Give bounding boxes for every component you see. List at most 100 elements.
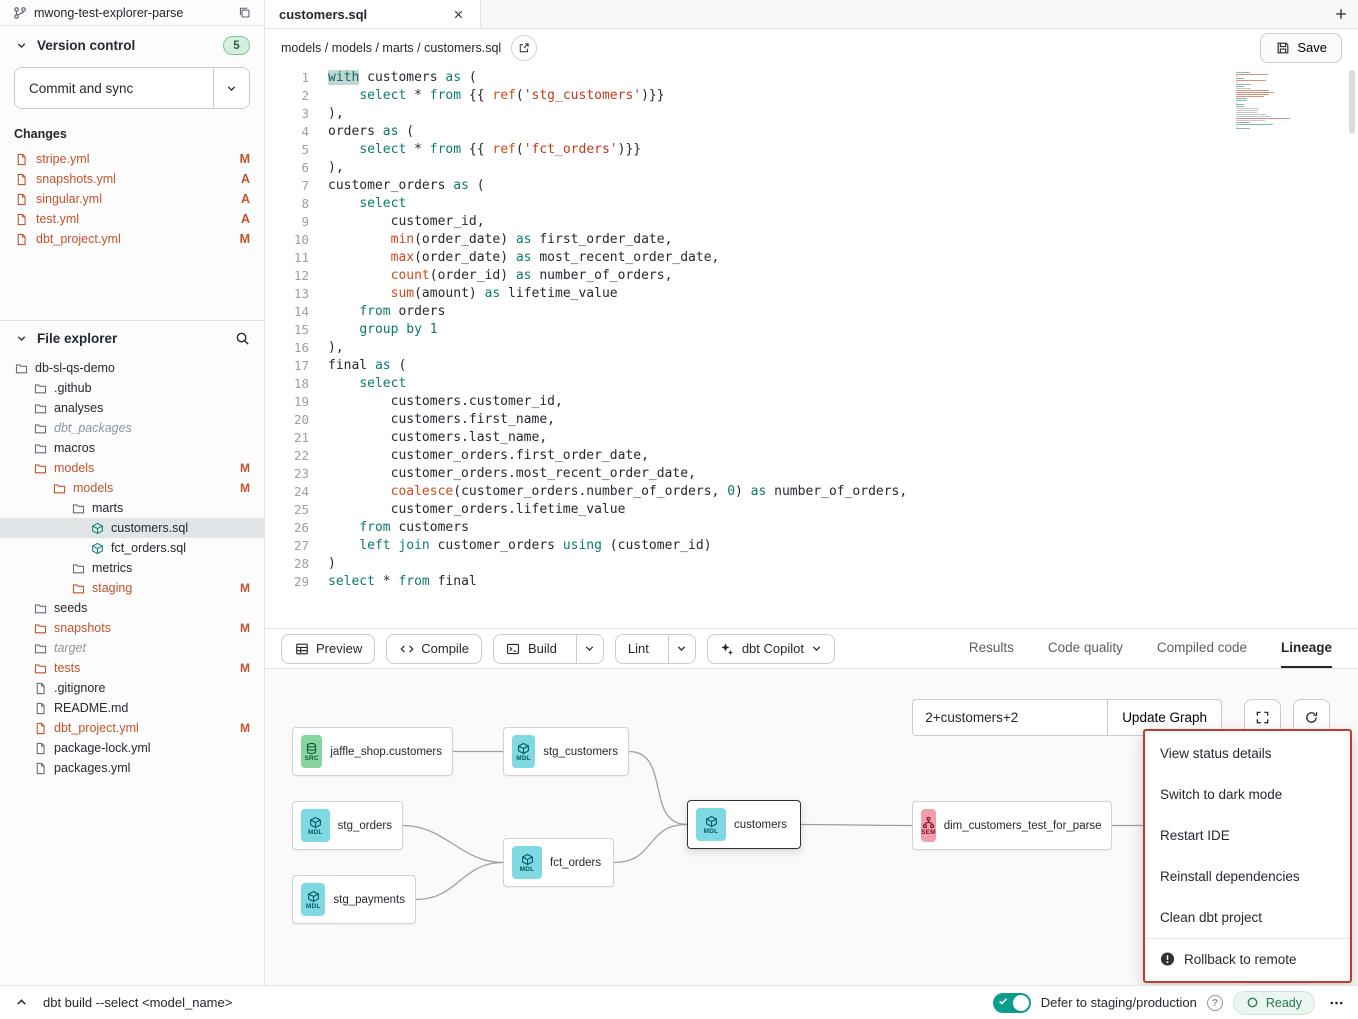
- lineage-panel: SRCjaffle_shop.customers MDLstg_customers…: [265, 669, 1358, 985]
- code-line: from orders: [328, 303, 907, 321]
- tab-code-quality[interactable]: Code quality: [1048, 629, 1123, 668]
- tab-compiled-code[interactable]: Compiled code: [1157, 629, 1247, 668]
- lint-options-button[interactable]: [668, 635, 695, 663]
- change-item-snapshots-yml[interactable]: snapshots.ymlA: [14, 169, 250, 189]
- code-line: ),: [328, 159, 907, 177]
- editor-scrollbar[interactable]: [1349, 70, 1355, 134]
- lineage-node-dim-customers-test-for-parse[interactable]: SEMdim_customers_test_for_parse: [912, 801, 1112, 850]
- tree-item-readme-md[interactable]: README.md: [0, 698, 264, 718]
- tree-item-gitignore[interactable]: .gitignore: [0, 678, 264, 698]
- menu-item-view-status-details[interactable]: View status details: [1145, 733, 1350, 774]
- tree-item-package-lock-yml[interactable]: package-lock.yml: [0, 738, 264, 758]
- tree-item-macros[interactable]: macros: [0, 438, 264, 458]
- git-branch-icon: [12, 5, 27, 20]
- tree-item-label: models: [54, 461, 94, 475]
- lineage-node-jaffle-shop-customers[interactable]: SRCjaffle_shop.customers: [292, 727, 453, 776]
- menu-item-restart-ide[interactable]: Restart IDE: [1145, 815, 1350, 856]
- tab-lineage[interactable]: Lineage: [1281, 629, 1332, 668]
- tree-item-analyses[interactable]: analyses: [0, 398, 264, 418]
- tree-item-dbt-packages[interactable]: dbt_packages: [0, 418, 264, 438]
- node-label: stg_payments: [333, 894, 405, 906]
- tree-item-status: M: [240, 721, 250, 735]
- close-tab-icon[interactable]: [451, 7, 466, 22]
- lineage-node-stg-customers[interactable]: MDLstg_customers: [503, 727, 629, 776]
- menu-item-switch-to-dark-mode[interactable]: Switch to dark mode: [1145, 774, 1350, 815]
- tree-item-metrics[interactable]: metrics: [0, 558, 264, 578]
- info-icon[interactable]: ?: [1207, 995, 1223, 1011]
- tree-item-customers-sql[interactable]: customers.sql: [0, 518, 264, 538]
- chevron-down-icon: [14, 331, 29, 346]
- lint-button[interactable]: Lint: [616, 635, 661, 663]
- tree-item-marts[interactable]: marts: [0, 498, 264, 518]
- defer-label: Defer to staging/production: [1041, 995, 1197, 1010]
- code-line: group by 1: [328, 321, 907, 339]
- preview-button[interactable]: Preview: [281, 634, 375, 664]
- defer-toggle[interactable]: [993, 993, 1031, 1013]
- tree-item-target[interactable]: target: [0, 638, 264, 658]
- commit-and-sync-button[interactable]: Commit and sync: [14, 67, 250, 109]
- lineage-node-customers[interactable]: MDLcustomers: [687, 800, 801, 849]
- tree-item-staging[interactable]: stagingM: [0, 578, 264, 598]
- tree-item-dbt-project-yml[interactable]: dbt_project.ymlM: [0, 718, 264, 738]
- lineage-node-stg-orders[interactable]: MDLstg_orders: [292, 801, 403, 850]
- file-icon: [33, 681, 48, 696]
- build-options-button[interactable]: [576, 635, 603, 663]
- change-status: M: [240, 152, 250, 166]
- tab-customers-sql[interactable]: customers.sql: [265, 0, 481, 28]
- file-icon: [33, 701, 48, 716]
- menu-item-clean-dbt-project[interactable]: Clean dbt project: [1145, 897, 1350, 938]
- tree-item-github[interactable]: .github: [0, 378, 264, 398]
- compile-label: Compile: [421, 641, 469, 656]
- change-status: A: [241, 172, 250, 186]
- more-options-icon[interactable]: [1329, 995, 1344, 1010]
- new-tab-button[interactable]: [1324, 0, 1358, 28]
- model-icon: [90, 541, 105, 556]
- code-line: customers.first_name,: [328, 411, 907, 429]
- tree-item-status: M: [240, 661, 250, 675]
- editor-toolbar: Preview Compile Build: [265, 628, 1358, 669]
- tree-item-seeds[interactable]: seeds: [0, 598, 264, 618]
- search-icon[interactable]: [235, 331, 250, 346]
- code-line: select * from final: [328, 573, 907, 591]
- tree-item-packages-yml[interactable]: packages.yml: [0, 758, 264, 778]
- code-line: select * from {{ ref('stg_customers')}}: [328, 87, 907, 105]
- menu-item-reinstall-dependencies[interactable]: Reinstall dependencies: [1145, 856, 1350, 897]
- tree-item-tests[interactable]: testsM: [0, 658, 264, 678]
- file-explorer-header[interactable]: File explorer: [0, 327, 264, 350]
- file-icon: [33, 721, 48, 736]
- dbt-copilot-button[interactable]: dbt Copilot: [707, 634, 835, 664]
- folder-icon: [33, 441, 48, 456]
- change-item-singular-yml[interactable]: singular.ymlA: [14, 189, 250, 209]
- version-control-header[interactable]: Version control 5: [14, 36, 250, 55]
- menu-item-rollback-to-remote[interactable]: Rollback to remote: [1145, 938, 1350, 979]
- open-in-new-icon[interactable]: [511, 35, 537, 61]
- save-button[interactable]: Save: [1260, 33, 1342, 63]
- tree-item-label: package-lock.yml: [54, 741, 151, 755]
- tree-item-snapshots[interactable]: snapshotsM: [0, 618, 264, 638]
- fullscreen-icon: [1255, 710, 1270, 725]
- status-circle-icon: [1246, 996, 1259, 1009]
- lineage-node-stg-payments[interactable]: MDLstg_payments: [292, 875, 416, 924]
- change-item-stripe-yml[interactable]: stripe.ymlM: [14, 149, 250, 169]
- tree-item-models[interactable]: modelsM: [0, 458, 264, 478]
- line-numbers: 1234567891011121314151617181920212223242…: [265, 69, 309, 628]
- change-item-dbt-project-yml[interactable]: dbt_project.ymlM: [14, 229, 250, 249]
- build-button[interactable]: Build: [494, 635, 569, 663]
- tree-item-fct-orders-sql[interactable]: fct_orders.sql: [0, 538, 264, 558]
- tree-item-status: M: [240, 581, 250, 595]
- change-item-test-yml[interactable]: test.ymlA: [14, 209, 250, 229]
- lineage-node-fct-orders[interactable]: MDLfct_orders: [503, 838, 614, 887]
- code-line: orders as (: [328, 123, 907, 141]
- collapse-panel-icon[interactable]: [14, 995, 29, 1010]
- compile-button[interactable]: Compile: [386, 634, 482, 664]
- code-line: ),: [328, 105, 907, 123]
- tree-item-models[interactable]: modelsM: [0, 478, 264, 498]
- commit-options-button[interactable]: [213, 68, 249, 108]
- copy-branch-icon[interactable]: [237, 5, 252, 20]
- code-content[interactable]: with customers as ( select * from {{ ref…: [309, 69, 907, 628]
- sem-badge-icon: SEM: [921, 809, 936, 842]
- tree-item-db-sl-qs-demo[interactable]: db-sl-qs-demo: [0, 358, 264, 378]
- code-editor[interactable]: 1234567891011121314151617181920212223242…: [265, 66, 1358, 628]
- lineage-search-input[interactable]: [912, 699, 1108, 736]
- tab-results[interactable]: Results: [969, 629, 1014, 668]
